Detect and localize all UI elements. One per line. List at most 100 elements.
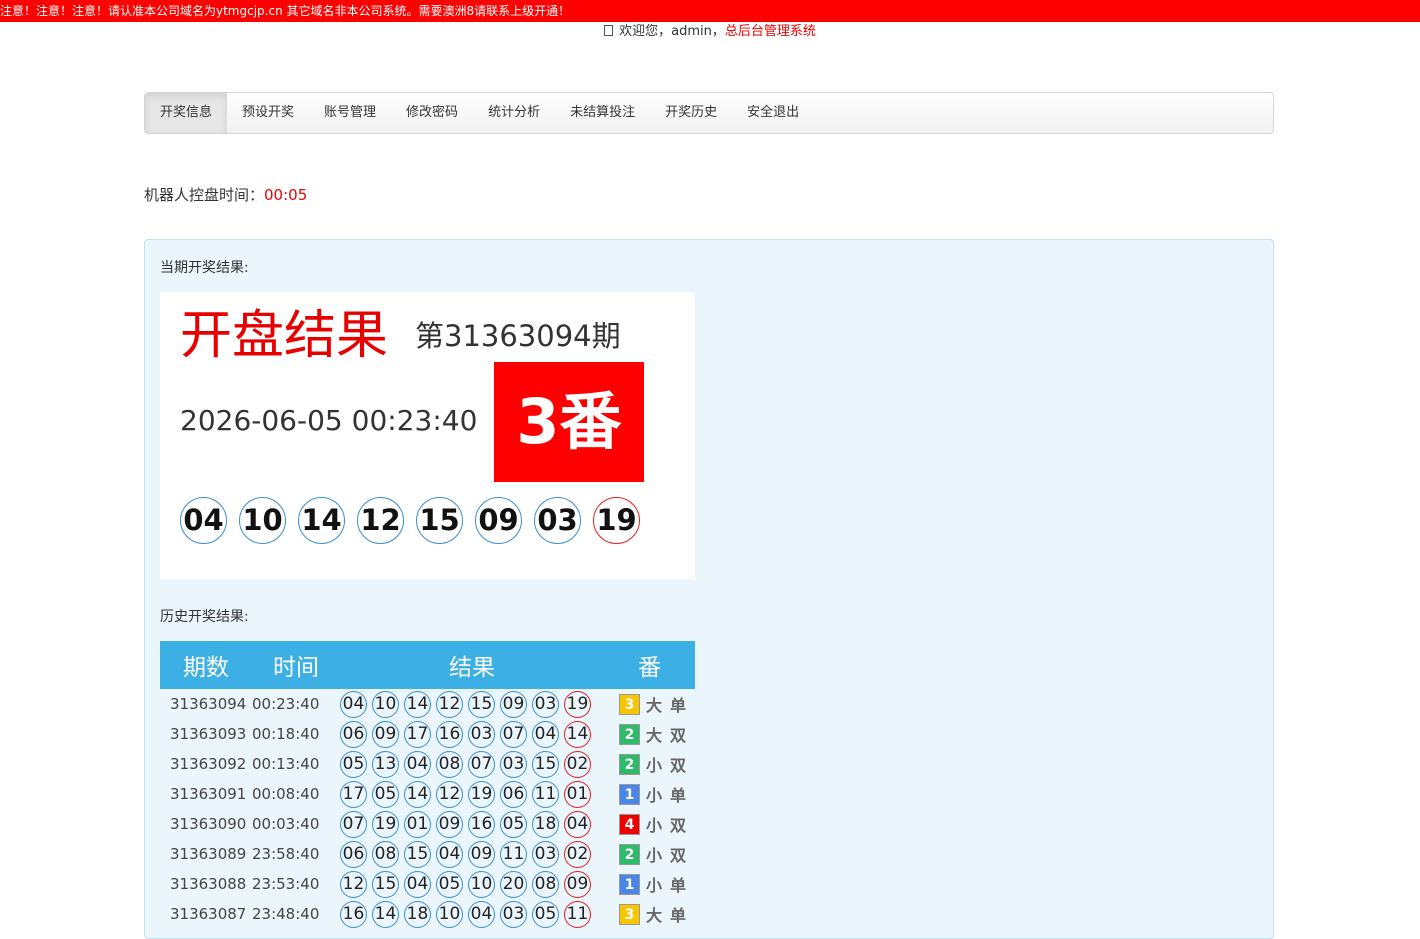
result-ball: 12: [357, 497, 404, 544]
result-ball: 14: [298, 497, 345, 544]
row-ball: 20: [500, 870, 527, 898]
result-ball-special: 19: [593, 497, 640, 544]
table-row: 31363093 00:18:40 06 09 17 16 03 07 04 14 2 大双: [160, 719, 695, 749]
row-ball: 04: [404, 750, 431, 778]
row-ball: 15: [532, 750, 559, 778]
row-ball: 11: [532, 780, 559, 808]
row-fan-cell: 3大单: [604, 899, 695, 929]
row-time: 00:13:40: [252, 755, 320, 773]
fan-badge: 1: [619, 783, 640, 805]
row-ball: 12: [436, 780, 463, 808]
fan-badge: 3: [619, 903, 640, 925]
row-ball-special: 04: [564, 810, 591, 838]
size-label: 小: [646, 756, 665, 775]
row-ball: 12: [340, 870, 367, 898]
parity-label: 单: [670, 876, 689, 895]
robot-time-label: 机器人控盘时间：: [144, 186, 265, 204]
row-ball: 07: [468, 750, 495, 778]
size-label: 小: [646, 876, 665, 895]
main-nav: 开奖信息 预设开奖 账号管理 修改密码 统计分析 未结算投注 开奖历史 安全退出: [144, 92, 1274, 134]
row-issue: 31363089: [170, 845, 247, 863]
row-ball: 15: [372, 870, 399, 898]
header-time: 时间: [252, 641, 340, 689]
row-ball: 09: [372, 720, 399, 748]
row-balls: 12 15 04 05 10 20 08 09: [340, 869, 604, 899]
row-ball: 03: [532, 690, 559, 718]
row-ball: 07: [500, 720, 527, 748]
history-body: 31363094 00:23:40 04 10 14 12 15 09 03 19 3 大单 31363…: [160, 689, 695, 929]
row-balls: 06 09 17 16 03 07 04 14: [340, 719, 604, 749]
user-icon: [604, 25, 614, 36]
draw-datetime: 2026-06-05 00:23:40: [180, 404, 478, 437]
size-label: 小: [646, 786, 665, 805]
size-label: 小: [646, 816, 665, 835]
parity-label: 单: [670, 906, 689, 925]
row-ball-special: 19: [564, 690, 591, 718]
row-ball-special: 02: [564, 840, 591, 868]
row-ball: 18: [532, 810, 559, 838]
parity-label: 双: [670, 756, 689, 775]
row-issue: 31363087: [170, 905, 247, 923]
row-ball: 04: [468, 900, 495, 928]
row-issue: 31363088: [170, 875, 247, 893]
table-row: 31363087 23:48:40 16 14 18 10 04 03 05 11 3 大单: [160, 899, 695, 929]
size-label: 大: [646, 726, 665, 745]
row-ball: 08: [436, 750, 463, 778]
fan-badge: 1: [619, 873, 640, 895]
row-ball-special: 11: [564, 900, 591, 928]
nav-change-password[interactable]: 修改密码: [391, 93, 473, 133]
row-ball: 14: [404, 780, 431, 808]
row-ball: 19: [372, 810, 399, 838]
fan-badge: 3: [619, 693, 640, 715]
nav-account-manage[interactable]: 账号管理: [309, 93, 391, 133]
row-time: 23:58:40: [252, 845, 320, 863]
admin-system-link[interactable]: 总后台管理系统: [725, 24, 816, 39]
row-balls: 05 13 04 08 07 03 15 02: [340, 749, 604, 779]
row-ball: 10: [372, 690, 399, 718]
nav-logout[interactable]: 安全退出: [732, 93, 814, 133]
nav-statistics[interactable]: 统计分析: [473, 93, 555, 133]
size-label: 小: [646, 846, 665, 865]
row-issue: 31363091: [170, 785, 247, 803]
row-ball: 06: [340, 720, 367, 748]
issue-number: 第31363094期: [415, 319, 621, 353]
row-ball: 16: [468, 810, 495, 838]
row-issue: 31363094: [170, 695, 247, 713]
welcome-text: 欢迎您，admin，: [619, 24, 725, 39]
row-ball: 16: [436, 720, 463, 748]
row-ball: 15: [404, 840, 431, 868]
history-table: 期数 时间 结果 番 31363094 00:23:40 04 10 14 12 15 09 0…: [160, 641, 695, 929]
row-ball: 17: [340, 780, 367, 808]
row-time: 00:08:40: [252, 785, 320, 803]
row-balls: 16 14 18 10 04 03 05 11: [340, 899, 604, 929]
row-balls: 06 08 15 04 09 11 03 02: [340, 839, 604, 869]
row-ball: 14: [404, 690, 431, 718]
row-ball: 03: [468, 720, 495, 748]
row-ball-special: 14: [564, 720, 591, 748]
row-fan-cell: 1小单: [604, 779, 695, 809]
current-balls: 04 10 14 12 15 09 03 19: [180, 497, 652, 544]
row-ball: 04: [532, 720, 559, 748]
row-fan-cell: 4小双: [604, 809, 695, 839]
row-ball: 06: [340, 840, 367, 868]
row-ball: 03: [500, 900, 527, 928]
header-issue: 期数: [160, 641, 252, 689]
parity-label: 双: [670, 726, 689, 745]
row-ball: 18: [404, 900, 431, 928]
row-ball: 17: [404, 720, 431, 748]
result-ball: 03: [534, 497, 581, 544]
nav-draw-history[interactable]: 开奖历史: [650, 93, 732, 133]
table-row: 31363094 00:23:40 04 10 14 12 15 09 03 19 3 大单: [160, 689, 695, 719]
row-time: 00:18:40: [252, 725, 320, 743]
size-label: 大: [646, 696, 665, 715]
nav-unsettled-bets[interactable]: 未结算投注: [555, 93, 650, 133]
row-ball: 03: [532, 840, 559, 868]
row-time: 00:23:40: [252, 695, 320, 713]
nav-draw-info[interactable]: 开奖信息: [145, 93, 228, 133]
row-ball: 09: [436, 810, 463, 838]
nav-preset-draw[interactable]: 预设开奖: [227, 93, 309, 133]
header-fan: 番: [604, 641, 695, 689]
row-ball: 16: [340, 900, 367, 928]
row-fan-cell: 2小双: [604, 839, 695, 869]
row-balls: 07 19 01 09 16 05 18 04: [340, 809, 604, 839]
